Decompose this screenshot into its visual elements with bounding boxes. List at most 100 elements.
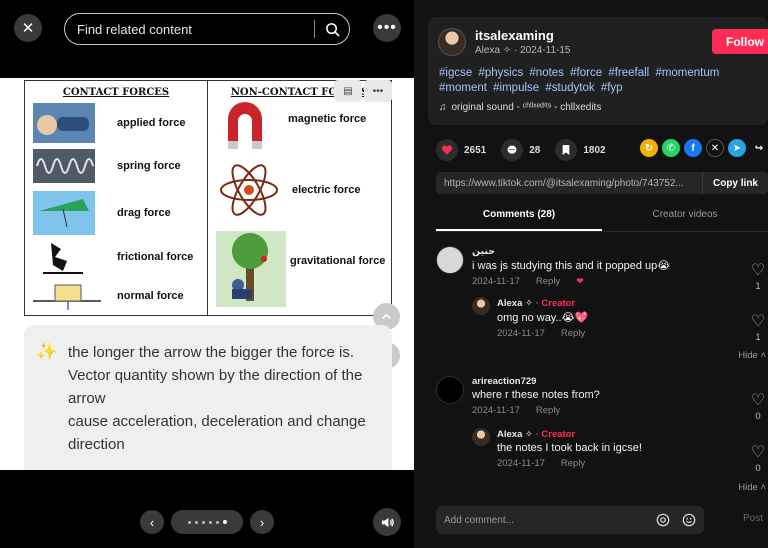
tab-comments[interactable]: Comments (28): [436, 204, 602, 231]
reply-button[interactable]: Reply: [561, 328, 585, 339]
facebook-share-icon[interactable]: f: [684, 139, 702, 157]
comment-thread: arireaction729 where r these notes from?…: [436, 376, 766, 426]
author-avatar[interactable]: [438, 28, 466, 56]
search-button[interactable]: [315, 14, 349, 44]
follow-button[interactable]: Follow: [712, 29, 768, 54]
hashtag-link[interactable]: #studytok: [545, 82, 594, 94]
copy-link-button[interactable]: Copy link: [702, 172, 768, 194]
hashtag-link[interactable]: #impulse: [493, 82, 539, 94]
comment-button[interactable]: [501, 139, 524, 161]
like-action[interactable]: 2651: [436, 139, 486, 161]
reply-avatar[interactable]: [472, 428, 490, 446]
repost-share-icon[interactable]: ↻: [640, 139, 658, 157]
reply-like[interactable]: ♡ 1: [750, 311, 766, 343]
previous-photo-button[interactable]: ‹: [140, 510, 164, 534]
reply-meta: 2024-11-17 Reply: [497, 458, 642, 469]
hashtag-link[interactable]: #freefall: [608, 67, 649, 79]
more-icon: •••: [372, 85, 384, 97]
reply-button[interactable]: Reply: [536, 405, 560, 416]
comment-body: حنين i was js studying this and it poppe…: [472, 246, 670, 287]
carousel-dot-active[interactable]: [222, 520, 227, 524]
note-line: Vector quantity shown by the direction o…: [68, 367, 363, 407]
hide-replies-label: Hide: [738, 350, 758, 361]
commenter-name[interactable]: arireaction729: [472, 376, 600, 387]
force-row-drag: drag force: [33, 191, 171, 235]
heart-icon: [441, 145, 453, 155]
more-options-button[interactable]: •••: [373, 14, 401, 42]
reply-button[interactable]: Reply: [561, 458, 585, 469]
next-photo-button[interactable]: ›: [250, 510, 274, 534]
commenter-avatar[interactable]: [436, 376, 464, 404]
gravity-illustration: [216, 231, 286, 307]
reply-button[interactable]: Reply: [536, 276, 560, 287]
caption-toggle-button[interactable]: ▤: [334, 80, 362, 102]
carousel-dot[interactable]: [187, 520, 191, 524]
force-row-magnetic: magnetic force: [216, 101, 366, 159]
chevron-up-icon: [382, 313, 391, 319]
comment-composer: [436, 506, 704, 534]
like-button[interactable]: [436, 139, 458, 161]
search-input[interactable]: [65, 14, 314, 44]
post-date: 2024-11-15: [520, 45, 571, 56]
photo-more-button[interactable]: •••: [364, 80, 392, 102]
hashtag-link[interactable]: #notes: [529, 67, 564, 79]
commenter-name[interactable]: حنين: [472, 246, 670, 257]
viewer-controls: ‹ ›: [0, 470, 414, 548]
telegram-share-icon[interactable]: ➤: [728, 139, 746, 157]
chevron-up-icon: ˄: [760, 350, 766, 361]
share-arrow-icon[interactable]: ↪: [750, 139, 768, 157]
force-label: gravitational force: [290, 255, 386, 267]
hashtag-link[interactable]: #momentum: [655, 67, 719, 79]
photo-overlay-menu: ▤ •••: [334, 80, 392, 102]
heart-outline-icon: ♡: [750, 262, 766, 279]
comment-action[interactable]: 28: [501, 139, 540, 161]
creator-tag: · Creator: [535, 298, 576, 309]
post-comment-button[interactable]: Post: [743, 513, 763, 524]
save-button[interactable]: [555, 139, 578, 161]
volume-button[interactable]: [373, 508, 401, 536]
hide-replies-button[interactable]: Hide ˄: [738, 482, 766, 493]
reply-author-name[interactable]: Alexa ✧: [497, 298, 533, 309]
force-row-gravitational: gravitational force: [216, 231, 385, 307]
media-viewer: ✕ ••• CONTACT FORCES applied force: [0, 0, 414, 548]
post-link[interactable]: https://www.tiktok.com/@itsalexaming/pho…: [436, 178, 702, 189]
emoji-button[interactable]: [678, 509, 700, 531]
comment-like[interactable]: ♡ 0: [750, 390, 766, 422]
reply-like[interactable]: ♡ 0: [750, 442, 766, 474]
reply-meta: 2024-11-17 Reply: [497, 328, 588, 339]
sound-link[interactable]: ♫ original sound - ᶜʰˡˡˣᵉᵈⁱᵗˢ - chllxedi…: [439, 102, 601, 113]
force-label: applied force: [117, 117, 186, 129]
reply-avatar[interactable]: [472, 297, 490, 315]
hashtag-link[interactable]: #fyp: [601, 82, 623, 94]
reply-author-name[interactable]: Alexa ✧: [497, 429, 533, 440]
hide-replies-button[interactable]: Hide ˄: [738, 350, 766, 361]
x-share-icon[interactable]: ✕: [706, 139, 724, 157]
note-line: the longer the arrow the bigger the forc…: [68, 344, 354, 361]
tab-creator-videos[interactable]: Creator videos: [602, 204, 768, 231]
hashtag-link[interactable]: #moment: [439, 82, 487, 94]
hashtag-link[interactable]: #igcse: [439, 67, 472, 79]
comment-input[interactable]: [444, 514, 652, 526]
spring-force-illustration: [33, 149, 95, 183]
carousel-dot[interactable]: [208, 520, 212, 524]
carousel-dot[interactable]: [201, 520, 205, 524]
comment-count: 28: [529, 144, 541, 156]
close-button[interactable]: ✕: [14, 14, 42, 42]
author-subline: Alexa ✧ · 2024-11-15: [475, 45, 570, 56]
author-username[interactable]: itsalexaming: [475, 28, 554, 43]
mention-button[interactable]: [652, 509, 674, 531]
carousel-dot[interactable]: [194, 520, 198, 524]
chevron-left-icon: ‹: [149, 514, 155, 530]
carousel-dot[interactable]: [215, 520, 219, 524]
commenter-avatar[interactable]: [436, 246, 464, 274]
reply-like-count: 0: [755, 463, 761, 474]
hashtag-link[interactable]: #force: [570, 67, 602, 79]
noncontact-forces-column: NON-CONTACT FORCES magnetic force electr…: [208, 81, 391, 315]
comment-like[interactable]: ♡ 1: [750, 260, 766, 292]
save-action[interactable]: 1802: [555, 139, 606, 161]
bookmark-icon: [563, 145, 570, 155]
hashtag-link[interactable]: #physics: [478, 67, 523, 79]
whatsapp-share-icon[interactable]: ✆: [662, 139, 680, 157]
sound-title: original sound - ᶜʰˡˡˣᵉᵈⁱᵗˢ - chllxedits: [451, 102, 602, 113]
reply-date: 2024-11-17: [497, 328, 545, 339]
